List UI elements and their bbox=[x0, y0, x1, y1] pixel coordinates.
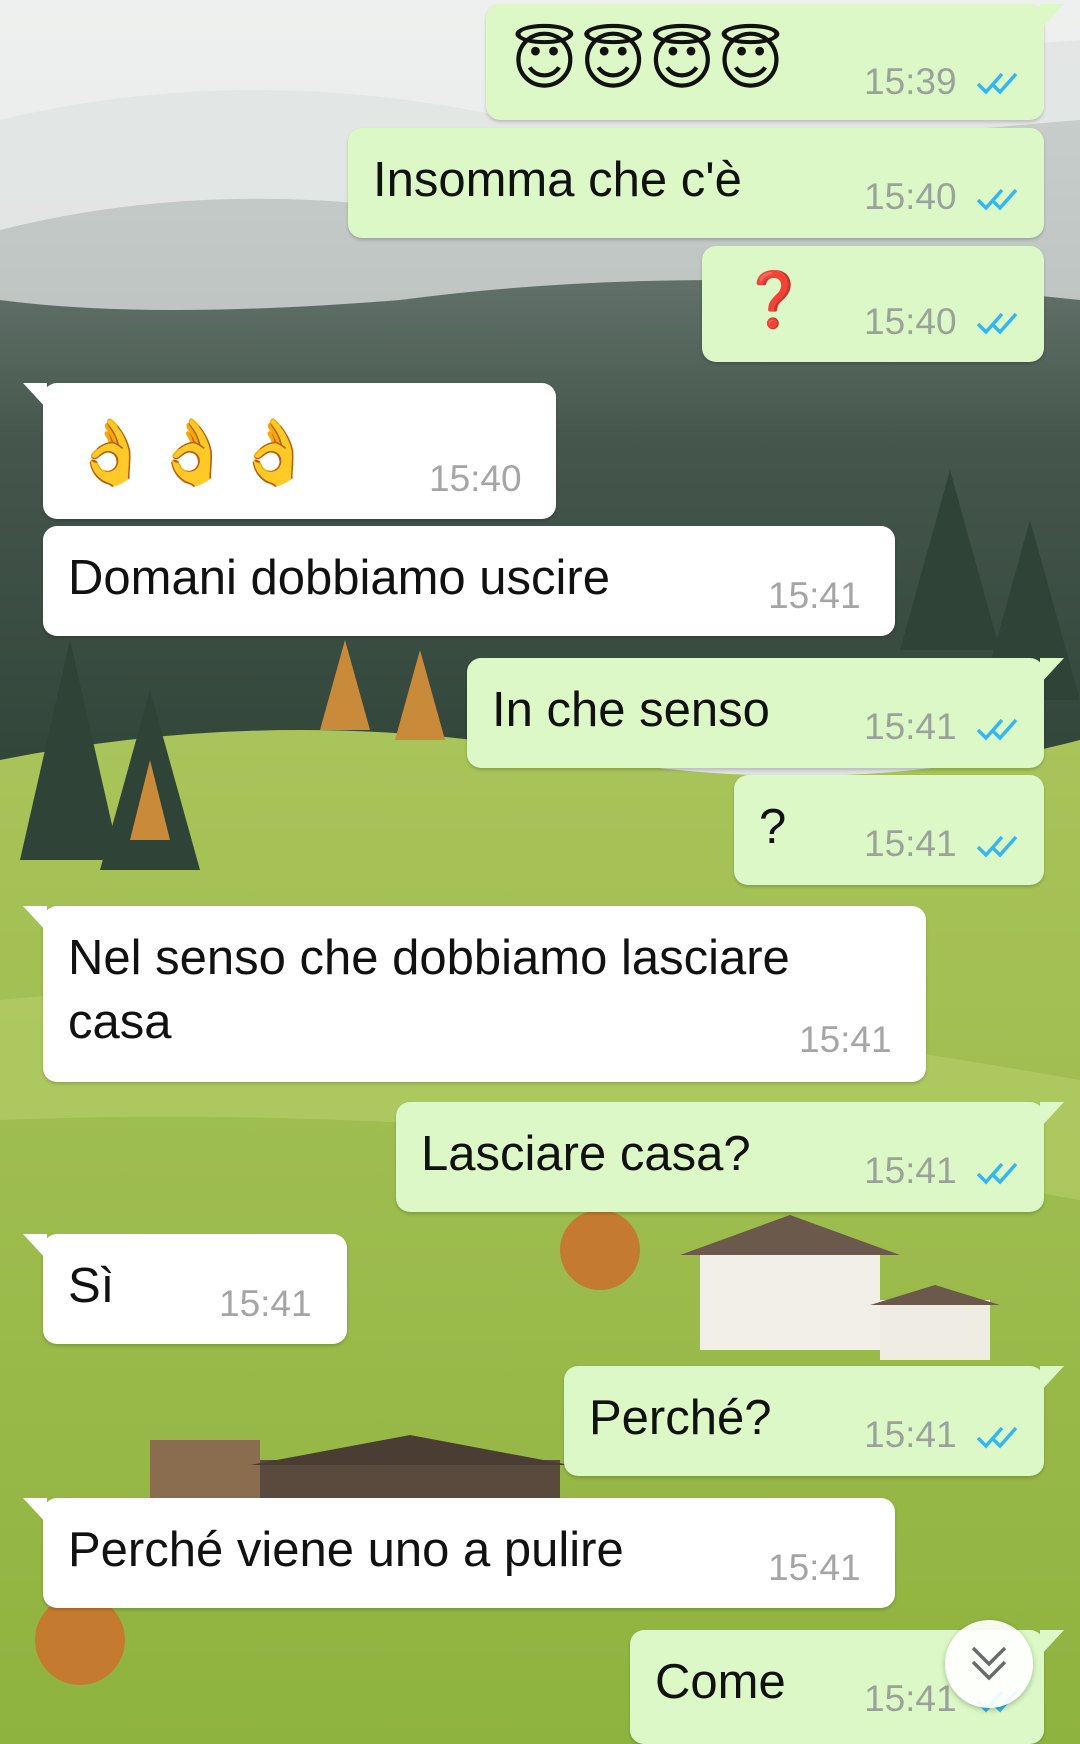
message-time: 15:41 bbox=[768, 1547, 861, 1588]
incoming-message-bubble[interactable]: Sì 15:41 bbox=[23, 1234, 347, 1344]
double-chevron-down-icon bbox=[971, 1646, 1007, 1681]
message-time: 15:41 bbox=[864, 1678, 957, 1719]
message-text-line-2: casa bbox=[68, 995, 172, 1049]
incoming-message-bubble[interactable]: Domani dobbiamo uscire 15:41 bbox=[43, 526, 895, 636]
outgoing-message-bubble[interactable]: In che senso 15:41 bbox=[467, 658, 1064, 768]
scroll-to-bottom-button[interactable] bbox=[945, 1620, 1033, 1708]
message-text: Perché? bbox=[589, 1391, 772, 1445]
read-ticks-icon bbox=[976, 835, 1018, 858]
message-text-line-1: Nel senso che dobbiamo lasciare bbox=[68, 931, 790, 985]
read-ticks-icon bbox=[976, 1426, 1018, 1449]
bubble-tail bbox=[23, 383, 47, 409]
bubble-tail bbox=[1040, 4, 1064, 30]
read-ticks-icon bbox=[976, 72, 1018, 95]
read-ticks-icon bbox=[976, 312, 1018, 335]
bubble-tail bbox=[23, 1498, 47, 1524]
message-time: 15:41 bbox=[768, 575, 861, 616]
message-text: Sì bbox=[68, 1259, 115, 1313]
message-text: Lasciare casa? bbox=[421, 1127, 751, 1181]
bubble-tail bbox=[1040, 658, 1064, 684]
outgoing-message-bubble[interactable]: ❓ 15:40 bbox=[702, 246, 1044, 362]
bubble-tail bbox=[1040, 1366, 1064, 1392]
message-text: ? bbox=[759, 800, 787, 854]
outgoing-message-bubble[interactable]: Insomma che c'è 15:40 bbox=[348, 128, 1044, 238]
read-ticks-icon bbox=[976, 188, 1018, 211]
bubble-tail bbox=[1040, 1630, 1064, 1656]
message-time: 15:40 bbox=[429, 458, 522, 499]
message-text: Come bbox=[655, 1655, 786, 1709]
read-ticks-icon bbox=[976, 1162, 1018, 1185]
message-time: 15:41 bbox=[219, 1283, 312, 1324]
message-text: 👌👌👌 bbox=[71, 416, 317, 488]
message-text: In che senso bbox=[492, 683, 770, 737]
message-time: 15:41 bbox=[799, 1019, 892, 1060]
message-text: Insomma che c'è bbox=[373, 153, 742, 207]
message-time: 15:41 bbox=[864, 823, 957, 864]
message-time: 15:41 bbox=[864, 706, 957, 747]
message-text: ❓ bbox=[740, 270, 808, 330]
bubble-tail bbox=[23, 906, 47, 932]
message-time: 15:41 bbox=[864, 1414, 957, 1455]
message-time: 15:39 bbox=[864, 61, 957, 102]
message-time: 15:40 bbox=[864, 301, 957, 342]
message-text: 😇😇😇😇 bbox=[511, 25, 786, 97]
message-text: Perché viene uno a pulire bbox=[68, 1523, 624, 1577]
outgoing-message-bubble[interactable]: ? 15:41 bbox=[734, 775, 1044, 885]
incoming-message-bubble[interactable]: Nel senso che dobbiamo lasciare casa 15:… bbox=[23, 906, 926, 1082]
bubble-tail bbox=[1040, 1102, 1064, 1128]
incoming-message-bubble[interactable]: 👌👌👌 15:40 bbox=[23, 383, 556, 519]
bubble-tail bbox=[23, 1234, 47, 1260]
outgoing-message-bubble[interactable]: 😇😇😇😇 15:39 bbox=[486, 4, 1064, 120]
read-ticks-icon bbox=[976, 718, 1018, 741]
outgoing-message-bubble[interactable]: Lasciare casa? 15:41 bbox=[396, 1102, 1064, 1212]
outgoing-message-bubble[interactable]: Perché? 15:41 bbox=[564, 1366, 1064, 1476]
message-time: 15:40 bbox=[864, 176, 957, 217]
incoming-message-bubble[interactable]: Perché viene uno a pulire 15:41 bbox=[23, 1498, 895, 1608]
message-text: Domani dobbiamo uscire bbox=[68, 551, 610, 605]
message-time: 15:41 bbox=[864, 1150, 957, 1191]
